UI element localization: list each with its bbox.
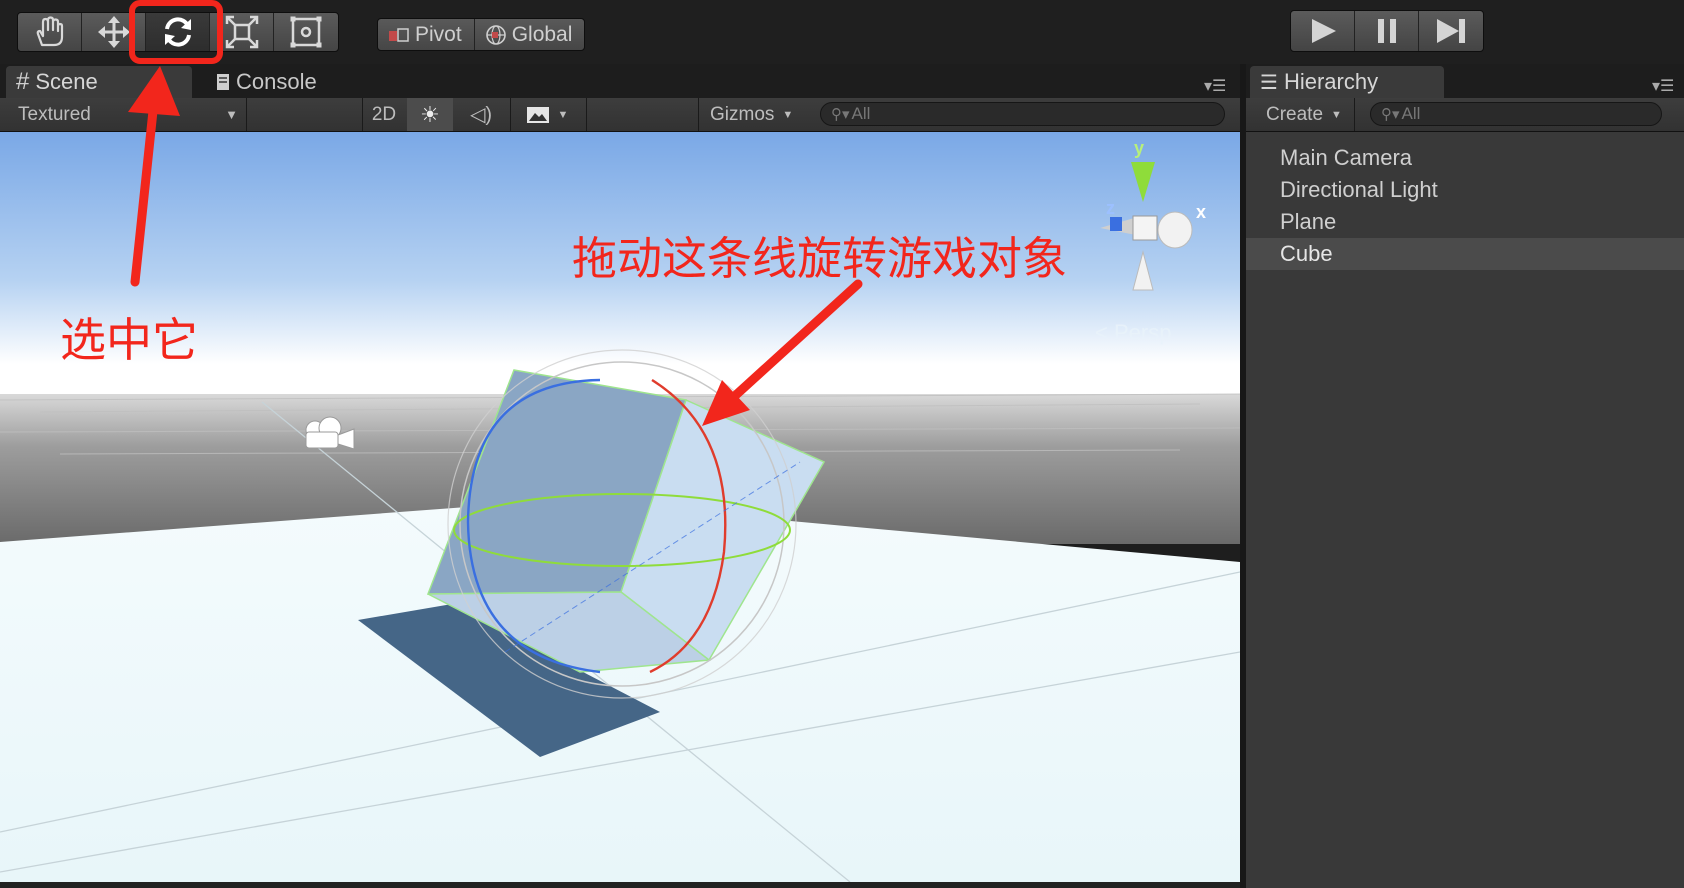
playback-controls: [1290, 10, 1484, 52]
hierarchy-item-main-camera[interactable]: Main Camera: [1246, 142, 1684, 174]
hierarchy-search-placeholder: All: [1401, 104, 1421, 123]
play-icon: [1311, 19, 1336, 43]
rect-tool-button[interactable]: [274, 13, 338, 51]
sun-icon: ☀: [420, 101, 440, 127]
rect-icon: [290, 16, 322, 48]
gizmos-dropdown[interactable]: Gizmos ▼: [710, 98, 802, 131]
scene-panel-menu[interactable]: ▾☰: [1204, 76, 1226, 96]
hierarchy-item-label: Plane: [1280, 209, 1337, 234]
tab-scene-label: Scene: [35, 69, 98, 94]
step-icon: [1437, 19, 1465, 43]
render-mode-label: Textured: [18, 103, 91, 125]
scene-control-bar: Textured ▼ 2D ☀ ◁) ▼ Gizmos ▼ ⚲▾ All: [0, 98, 1240, 132]
global-icon: [485, 24, 506, 45]
2d-label: 2D: [371, 103, 397, 125]
scene-search-placeholder: All: [851, 104, 871, 123]
scene-grid-icon: #: [16, 68, 30, 95]
render-mode-dropdown[interactable]: Textured ▼: [18, 98, 244, 131]
chevron-left-icon: <: [1095, 320, 1108, 345]
audio-toggle-button[interactable]: ◁): [455, 98, 507, 131]
hierarchy-panel: Create ▼ ⚲▾ All Main Camera Directional …: [1246, 98, 1684, 888]
hierarchy-list-icon: ☰: [1260, 71, 1278, 94]
hierarchy-toolbar: Create ▼ ⚲▾ All: [1246, 98, 1684, 132]
move-arrows-icon: [97, 16, 130, 48]
hierarchy-item-cube[interactable]: Cube: [1246, 238, 1684, 270]
scene-search-input[interactable]: ⚲▾ All: [820, 102, 1225, 126]
hierarchy-search-input[interactable]: ⚲▾ All: [1370, 102, 1662, 126]
separator: [510, 98, 511, 131]
hand-icon: [36, 16, 63, 47]
pause-icon: [1377, 19, 1396, 43]
annotation-drag-line: 拖动这条线旋转游戏对象: [572, 232, 1068, 285]
annotation-select-it: 选中它: [60, 313, 198, 367]
axis-x-label: x: [1196, 202, 1207, 222]
separator: [1354, 98, 1355, 131]
console-icon: [217, 74, 229, 90]
rotate-tool-button[interactable]: [146, 13, 210, 51]
persp-label: Persp: [1113, 320, 1172, 345]
global-label: Global: [511, 22, 573, 46]
perspective-toggle[interactable]: < Persp: [1095, 320, 1171, 346]
chevron-down-icon: ▼: [557, 108, 569, 121]
search-icon: ⚲▾: [831, 106, 850, 123]
lighting-toggle-button[interactable]: ☀: [407, 98, 453, 131]
hierarchy-tab-bar: ☰ Hierarchy ▾☰: [1246, 64, 1684, 98]
pause-button[interactable]: [1355, 11, 1419, 51]
hierarchy-item-label: Directional Light: [1280, 177, 1438, 202]
hierarchy-item-plane[interactable]: Plane: [1246, 206, 1684, 238]
hierarchy-panel-menu[interactable]: ▾☰: [1652, 76, 1674, 96]
hierarchy-item-label: Main Camera: [1280, 145, 1413, 170]
global-button[interactable]: Global: [475, 19, 585, 50]
image-effects-icon: [526, 106, 549, 123]
play-button[interactable]: [1291, 11, 1355, 51]
pivot-label: Pivot: [415, 22, 462, 46]
step-button[interactable]: [1419, 11, 1483, 51]
create-dropdown[interactable]: Create ▼: [1266, 98, 1350, 131]
2d-toggle-button[interactable]: 2D: [363, 98, 405, 131]
rotate-icon: [164, 17, 191, 47]
speaker-icon: ◁): [469, 104, 493, 126]
separator: [246, 98, 247, 131]
tab-console[interactable]: Console: [206, 66, 356, 98]
move-tool-button[interactable]: [82, 13, 146, 51]
tab-scene[interactable]: # Scene: [6, 66, 192, 98]
separator: [586, 98, 587, 131]
tab-hierarchy[interactable]: ☰ Hierarchy: [1250, 66, 1444, 98]
chevron-down-icon: ▼: [782, 108, 794, 121]
pivot-icon: [389, 27, 409, 42]
hand-tool-button[interactable]: [18, 13, 82, 51]
search-icon: ⚲▾: [1381, 106, 1400, 123]
effects-dropdown[interactable]: ▼: [514, 98, 580, 131]
hierarchy-item-directional-light[interactable]: Directional Light: [1246, 174, 1684, 206]
pivot-button[interactable]: Pivot: [378, 19, 475, 50]
axis-y-label: y: [1134, 138, 1145, 158]
transform-tools: [17, 12, 339, 52]
tab-console-label: Console: [236, 69, 317, 94]
scale-icon: [225, 15, 258, 49]
main-toolbar: Pivot Global: [0, 0, 1684, 64]
scene-bottom-edge: [0, 882, 1240, 888]
scale-tool-button[interactable]: [210, 13, 274, 51]
pivot-global-toggle: Pivot Global: [377, 18, 586, 51]
hierarchy-item-label: Cube: [1280, 241, 1333, 266]
gizmos-label: Gizmos: [710, 103, 775, 125]
scene-tab-bar: # Scene Console ▾☰: [0, 64, 1246, 98]
axis-z-label: z: [1106, 198, 1115, 218]
create-label: Create: [1266, 103, 1324, 125]
chevron-down-icon: ▼: [225, 107, 238, 122]
chevron-down-icon: ▼: [1331, 108, 1342, 121]
tab-hierarchy-label: Hierarchy: [1283, 69, 1379, 94]
separator: [698, 98, 699, 131]
